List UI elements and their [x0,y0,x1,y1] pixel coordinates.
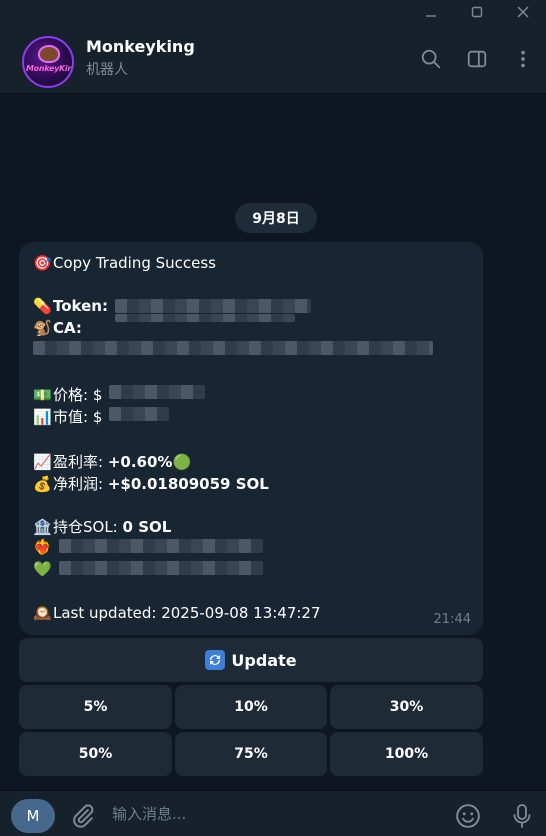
sell-30-button[interactable]: 30% [330,685,483,729]
minimize-button[interactable] [408,0,454,24]
price-line: 💵价格: $ [33,384,102,405]
close-button[interactable] [500,0,546,24]
chat-subtitle: 机器人 [86,62,128,78]
last-updated-line: 🕰️Last updated: 2025-09-08 13:47:27 [33,604,321,622]
message-list[interactable]: 9月8日 🎯Copy Trading Success 💊Token: 🐒CA: … [0,95,546,790]
holding-value: 0 SOL [122,518,172,536]
minimize-icon [426,15,436,17]
telegram-window: MonkeyKing Monkeyking 机器人 9月8日 🎯Copy Tra… [0,0,546,836]
ca-line: 🐒CA: [33,319,82,337]
token-value-redacted [115,299,311,313]
close-icon [517,6,529,18]
sell-75-button[interactable]: 75% [175,732,327,776]
chat-header[interactable]: MonkeyKing Monkeyking 机器人 [0,24,546,94]
paperclip-icon[interactable] [70,803,96,829]
monkey-icon: 🐒 [33,319,52,337]
monkey-logo-icon [38,45,60,63]
net-profit-label: 净利润: [53,475,104,493]
ca-label: CA: [53,319,82,337]
refresh-icon [205,650,226,670]
search-icon [421,49,441,69]
price-label: 价格: $ [53,386,103,404]
token-line: 💊Token: [33,297,108,315]
holding-label: 持仓SOL: [53,518,118,536]
redacted-value-1 [59,539,263,553]
search-button[interactable] [418,46,444,72]
green-heart-icon: 💚 [33,560,52,578]
contract-address-redacted [33,341,433,355]
profit-rate-value: +0.60% [107,453,173,471]
message-title: Copy Trading Success [53,254,217,272]
header-actions [418,46,536,72]
sidebar-panel-icon [467,50,487,68]
message-input[interactable] [112,801,432,827]
message-title-line: 🎯Copy Trading Success [33,254,216,272]
bar-chart-icon: 📊 [33,408,52,426]
money-bag-icon: 💰 [33,475,52,493]
clock-icon: 🕰️ [33,604,52,622]
token-label: Token: [53,297,108,315]
money-icon: 💵 [33,386,52,404]
profit-rate-label: 盈利率: [53,453,104,471]
last-updated-text: Last updated: 2025-09-08 13:47:27 [53,604,321,622]
sell-100-button[interactable]: 100% [330,732,483,776]
microphone-icon[interactable] [510,802,534,830]
burning-heart-icon: ❤️‍🔥 [33,538,52,556]
sell-5-button[interactable]: 5% [19,685,172,729]
maximize-icon [471,6,483,18]
redacted-line-1: ❤️‍🔥 [33,538,53,556]
market-cap-value-redacted [109,407,169,421]
bank-icon: 🏦 [33,518,52,536]
redacted-value-2 [59,561,263,575]
redacted-line-2: 💚 [33,560,53,578]
title-bar [0,0,546,24]
more-options-button[interactable] [510,46,536,72]
profit-rate-line: 📈盈利率: +0.60%🟢 [33,451,191,472]
sell-75-label: 75% [234,746,268,762]
sell-30-label: 30% [389,699,424,715]
price-value-redacted [109,385,205,399]
message-composer: M [0,790,546,836]
sell-10-button[interactable]: 10% [175,685,327,729]
sell-5-label: 5% [83,699,108,715]
sell-10-label: 10% [234,699,268,715]
chat-info[interactable]: Monkeyking 机器人 [86,37,195,80]
bot-menu-label: M [26,807,40,825]
update-button-label: Update [231,650,297,670]
sidebar-toggle-button[interactable] [464,46,490,72]
more-vertical-icon [521,50,525,68]
sell-50-label: 50% [78,746,113,762]
avatar-logo-text: MonkeyKing [26,64,74,73]
market-cap-label: 市值: $ [53,408,103,426]
avatar[interactable]: MonkeyKing [22,36,74,88]
sell-100-label: 100% [384,746,429,762]
emoji-icon[interactable] [455,803,481,829]
sell-50-button[interactable]: 50% [19,732,172,776]
market-cap-line: 📊市值: $ [33,406,102,427]
maximize-button[interactable] [454,0,500,24]
chat-title: Monkeyking [86,37,195,56]
net-profit-line: 💰净利润: +$0.01809059 SOL [33,473,269,494]
holding-line: 🏦持仓SOL: 0 SOL [33,516,171,537]
message-time: 21:44 [433,612,471,627]
green-circle-icon: 🟢 [172,453,192,471]
bot-menu-button[interactable]: M [11,799,55,833]
chart-up-icon: 📈 [33,453,52,471]
token-value-redacted [115,314,295,322]
pill-icon: 💊 [33,297,52,315]
date-separator: 9月8日 [235,203,317,233]
update-button[interactable]: Update [19,638,483,682]
net-profit-value: +$0.01809059 SOL [107,475,269,493]
target-icon: 🎯 [33,254,52,272]
message-bubble[interactable]: 🎯Copy Trading Success 💊Token: 🐒CA: 💵价格: … [19,242,483,635]
